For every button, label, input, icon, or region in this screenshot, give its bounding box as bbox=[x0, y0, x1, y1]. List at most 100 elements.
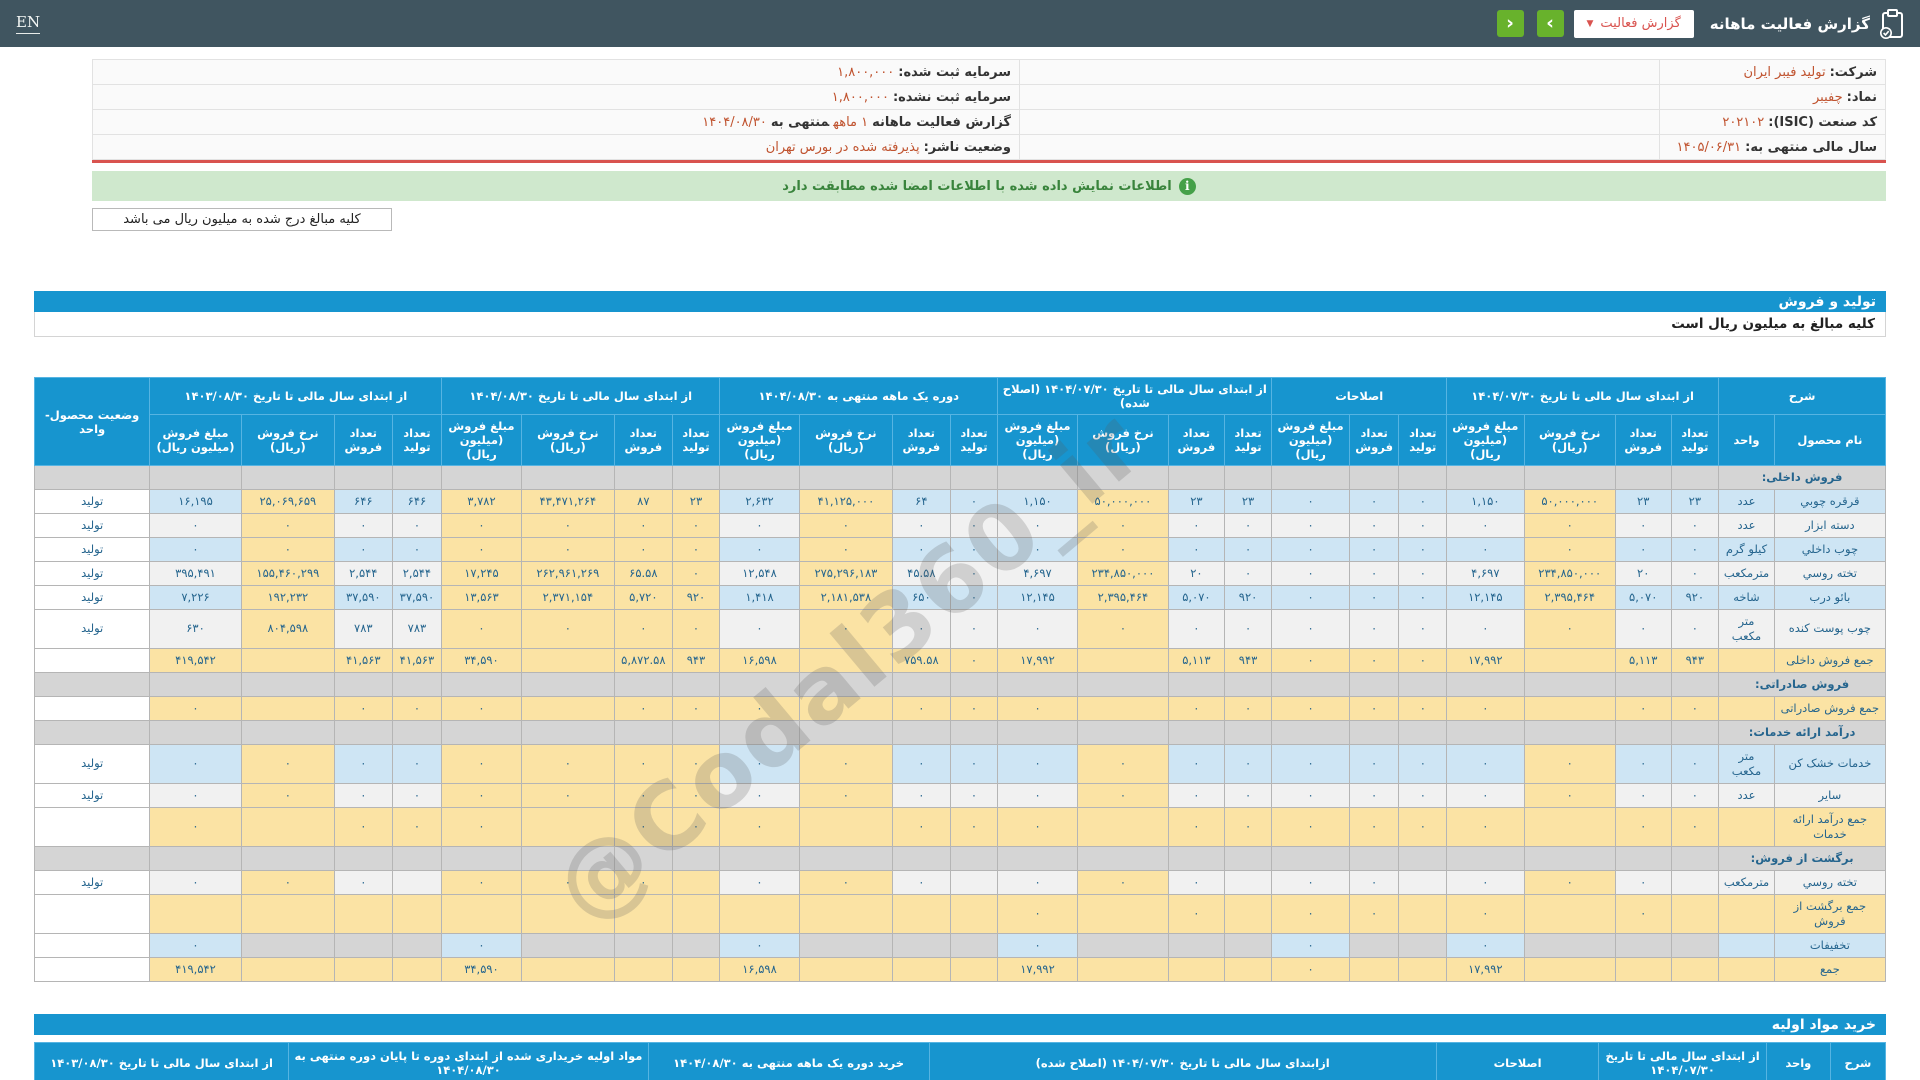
cell: ۹۲۰ bbox=[1670, 585, 1720, 610]
column-header: تعداد تولید bbox=[391, 414, 443, 466]
cell: ۶۴۶ bbox=[391, 489, 443, 514]
cell: ۷۸۳ bbox=[334, 609, 393, 649]
cell: ۰ bbox=[1223, 806, 1273, 847]
cell bbox=[798, 806, 894, 847]
cell bbox=[1523, 719, 1616, 745]
cell bbox=[614, 671, 673, 697]
table-row: دسته ابزار عدد ۰ ۰ ۰ ۰ ۰ ۰ ۰ ۰ ۰ ۰ ۰ ۰ ۰ ۰ ۰ ۰ ۰ ۰ ۰ ۰ ۰ ۰ ۰ تولی… bbox=[33, 513, 1887, 538]
cell bbox=[391, 869, 443, 895]
isic-label: کد صنعت (ISIC): bbox=[1768, 114, 1877, 130]
cell: ۱,۴۱۸ bbox=[719, 585, 800, 610]
cell bbox=[1076, 719, 1170, 745]
cell bbox=[441, 465, 522, 490]
unit-cell: عدد bbox=[1718, 513, 1775, 538]
cell: ۰ bbox=[1348, 537, 1400, 562]
section-label: فروش داخلی: bbox=[1718, 465, 1886, 490]
cell: ۰ bbox=[1348, 647, 1400, 673]
next-report-button[interactable]: › bbox=[1536, 10, 1564, 37]
unregistered-capital-cell: سرمایه ثبت نشده:۱,۸۰۰,۰۰۰ bbox=[92, 84, 1020, 110]
cell bbox=[798, 956, 894, 982]
section-row: برگشت از فروش: bbox=[33, 845, 1886, 871]
cell: ۰ bbox=[671, 743, 721, 784]
report-type-dropdown[interactable]: گزارش فعالیت ▼ bbox=[1573, 9, 1694, 38]
cell: ۰ bbox=[1271, 609, 1350, 649]
cell bbox=[334, 932, 393, 958]
english-language-link[interactable]: EN bbox=[16, 13, 41, 34]
cell: ۰ bbox=[1271, 782, 1350, 808]
cell: ۰ bbox=[1348, 609, 1400, 649]
production-sales-table-wrap: شرح از ابتدای سال مالی تا تاریخ ۱۴۰۴/۰۷/۳… bbox=[33, 377, 1887, 982]
cell bbox=[949, 845, 999, 871]
pt-head: شرح از ابتدای سال مالی تا تاریخ ۱۴۰۴/۰۷/۳… bbox=[33, 377, 1887, 466]
cell: ۱۷,۹۹۲ bbox=[1446, 647, 1525, 673]
cell: ۰ bbox=[997, 893, 1078, 934]
cell: ۵,۷۲۰ bbox=[614, 585, 673, 610]
column-group-header: وضعیت محصول-واحد bbox=[33, 377, 151, 466]
cell: ۰ bbox=[949, 743, 999, 784]
cell bbox=[671, 893, 721, 934]
cell bbox=[1223, 719, 1273, 745]
cell: ۰ bbox=[334, 695, 393, 721]
production-sales-body: فروش داخلی: قرقره چوبي عدد ۲۳ ۲۳ ۵۰,۰۰۰,۰۰۰ ۱,… bbox=[33, 465, 1887, 982]
cell bbox=[892, 671, 951, 697]
column-header: تعداد تولید bbox=[1398, 414, 1448, 466]
cell: ۰ bbox=[149, 806, 242, 847]
cell: ۰ bbox=[1348, 561, 1400, 586]
unregistered-capital-label: سرمایه ثبت نشده: bbox=[892, 89, 1011, 105]
cell: ۰ bbox=[1446, 806, 1525, 847]
cell: ۰ bbox=[671, 782, 721, 808]
cell bbox=[520, 719, 616, 745]
cell: ۶۵.۵۸ bbox=[614, 561, 673, 586]
status-cell: تولید bbox=[33, 609, 151, 649]
cell bbox=[240, 465, 336, 490]
cell: ۰ bbox=[1614, 513, 1672, 538]
cell: ۰ bbox=[1670, 609, 1720, 649]
cell: ۰ bbox=[892, 695, 951, 721]
cell: ۰ bbox=[719, 513, 800, 538]
fiscal-year-value: ۱۴۰۵/۰۶/۳۱ bbox=[1676, 139, 1742, 155]
cell: ۰ bbox=[614, 869, 673, 895]
cell: ۲,۶۳۲ bbox=[719, 489, 800, 514]
column-header: مبلغ فروش (میلیون ریال) bbox=[1446, 414, 1525, 466]
cell: ۰ bbox=[1271, 806, 1350, 847]
cell bbox=[892, 932, 951, 958]
column-group-header: واحد bbox=[1765, 1041, 1831, 1080]
cell: ۲,۵۴۴ bbox=[391, 561, 443, 586]
cell: ۲۳ bbox=[1614, 489, 1672, 514]
cell: ۰ bbox=[892, 743, 951, 784]
cell bbox=[892, 719, 951, 745]
cell: ۰ bbox=[997, 695, 1078, 721]
cell: ۶۵۰ bbox=[892, 585, 951, 610]
unit-cell bbox=[1718, 932, 1775, 958]
cell bbox=[520, 893, 616, 934]
cell: ۰ bbox=[1271, 932, 1350, 958]
cell: ۶۴۶ bbox=[334, 489, 393, 514]
cell: ۰ bbox=[1523, 782, 1616, 808]
cell bbox=[1523, 956, 1616, 982]
top-bar: گزارش فعالیت ماهانه گزارش فعالیت ▼ › ‹ E… bbox=[0, 0, 1920, 47]
cell bbox=[671, 932, 721, 958]
cell: ۵۰,۰۰۰,۰۰۰ bbox=[1523, 489, 1616, 514]
cell: ۰ bbox=[949, 585, 999, 610]
cell: ۰ bbox=[997, 513, 1078, 538]
unit-cell bbox=[1718, 695, 1775, 721]
column-group-header: مواد اولیه خریداری شده از ابتدای دوره تا… bbox=[288, 1041, 649, 1080]
cell bbox=[1223, 845, 1273, 871]
cell: ۰ bbox=[1348, 782, 1400, 808]
cell: ۰ bbox=[892, 513, 951, 538]
column-group-header: اصلاحات bbox=[1435, 1041, 1600, 1080]
cell: ۳۴,۵۹۰ bbox=[441, 956, 522, 982]
cell: ۱۲,۱۴۵ bbox=[997, 585, 1078, 610]
cell: ۰ bbox=[1398, 695, 1448, 721]
cell: ۰ bbox=[671, 609, 721, 649]
cell: ۰ bbox=[1614, 743, 1672, 784]
cell: ۰ bbox=[1271, 561, 1350, 586]
unit-cell: متر مکعب bbox=[1718, 609, 1775, 649]
previous-report-button[interactable]: ‹ bbox=[1496, 10, 1524, 37]
section-row: درآمد ارائه خدمات: bbox=[33, 719, 1886, 745]
cell: ۰ bbox=[671, 537, 721, 562]
cell: ۰ bbox=[1348, 743, 1400, 784]
cell: ۰ bbox=[149, 537, 242, 562]
product-name-cell: تخفیفات bbox=[1773, 932, 1887, 958]
company-value: تولید فیبر ایران bbox=[1743, 64, 1826, 80]
